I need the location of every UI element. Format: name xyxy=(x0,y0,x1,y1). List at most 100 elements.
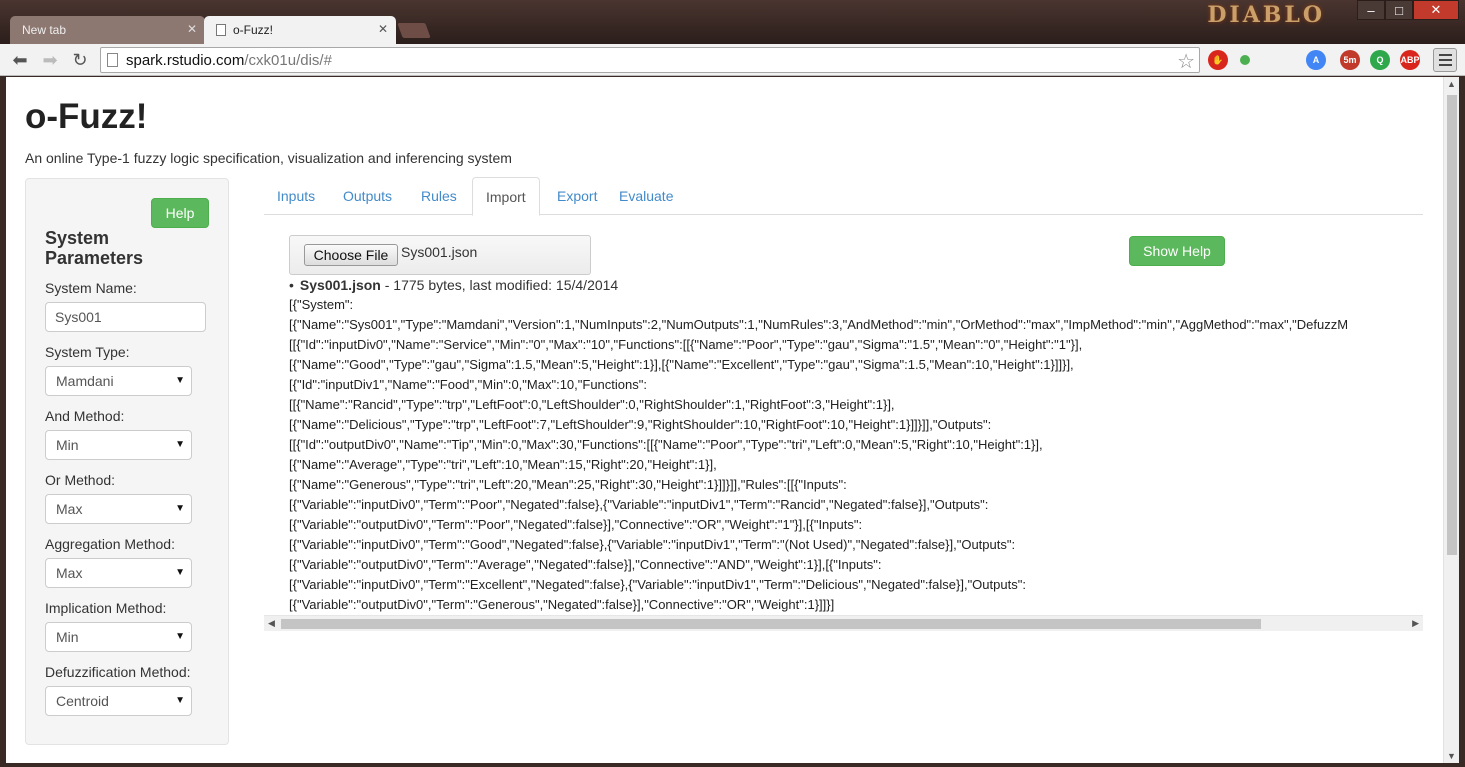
field-label: And Method: xyxy=(45,408,125,424)
field-select[interactable]: Centroid ▼ xyxy=(45,686,192,716)
json-line: [{"Name":"Generous","Type":"tri","Left":… xyxy=(289,477,847,492)
json-line: [{"Variable":"inputDiv0","Term":"Excelle… xyxy=(289,577,1026,592)
browser-titlebar: New tab ✕ o-Fuzz! ✕ DIABLO – □ ✕ xyxy=(0,0,1465,44)
file-info-details: - 1775 bytes, last modified: 15/4/2014 xyxy=(380,277,619,293)
show-help-button[interactable]: Show Help xyxy=(1129,236,1225,266)
browser-toolbar: ⬅ ➡ ↻ spark.rstudio.com/cxk01u/dis/# ☆ ✋… xyxy=(0,44,1465,76)
bookmark-star-icon[interactable]: ☆ xyxy=(1177,49,1195,74)
select-value: Max xyxy=(56,501,83,517)
help-button[interactable]: Help xyxy=(151,198,209,228)
json-line: [{"Name":"Average","Type":"tri","Left":1… xyxy=(289,457,717,472)
choose-file-button[interactable]: Choose File xyxy=(304,244,398,266)
page-subtitle: An online Type-1 fuzzy logic specificati… xyxy=(25,150,512,166)
scroll-up-icon[interactable]: ▲ xyxy=(1447,79,1456,89)
scroll-left-icon[interactable]: ◀ xyxy=(268,618,275,629)
tab-outputs[interactable]: Outputs xyxy=(330,177,405,215)
field-select[interactable]: Min ▼ xyxy=(45,622,192,652)
system-name-label: System Name: xyxy=(45,280,137,296)
theme-logo: DIABLO xyxy=(1207,2,1325,28)
file-info: • Sys001.json - 1775 bytes, last modified… xyxy=(289,277,618,293)
select-value: Min xyxy=(56,629,79,645)
translate-icon[interactable]: A xyxy=(1306,50,1326,70)
close-icon[interactable]: ✕ xyxy=(378,22,388,36)
json-line: [{"Variable":"outputDiv0","Term":"Averag… xyxy=(289,557,882,572)
page-title: o-Fuzz! xyxy=(25,97,148,136)
back-icon[interactable]: ⬅ xyxy=(8,48,32,72)
field-label: System Type: xyxy=(45,344,130,360)
url-path: /cxk01u/dis/# xyxy=(244,51,332,69)
json-content: [{"System": [{"Name":"Sys001","Type":"Mam… xyxy=(289,295,1423,617)
json-line: [{"Variable":"inputDiv0","Term":"Good","… xyxy=(289,537,1016,552)
field-select[interactable]: Mamdani ▼ xyxy=(45,366,192,396)
close-icon[interactable]: ✕ xyxy=(187,22,197,36)
chevron-down-icon: ▼ xyxy=(175,503,185,514)
json-line: [{"System": xyxy=(289,297,354,312)
url-host: spark.rstudio.com xyxy=(126,51,245,69)
system-parameters-panel: Help System Parameters System Name: Sys0… xyxy=(25,178,229,745)
json-line: [[{"Id":"inputDiv0","Name":"Service","Mi… xyxy=(289,337,1083,352)
page-icon xyxy=(216,24,226,36)
sidebar-heading: System Parameters xyxy=(45,228,144,268)
main-tabs: Inputs Outputs Rules Import Export Evaluate xyxy=(264,177,1423,216)
selected-file-name: Sys001.json xyxy=(401,244,478,260)
browser-tab-ofuzz[interactable]: o-Fuzz! ✕ xyxy=(204,16,396,44)
json-line: [{"Id":"inputDiv1","Name":"Food","Min":0… xyxy=(289,377,647,392)
select-value: Mamdani xyxy=(56,373,114,389)
browser-tab-new-tab[interactable]: New tab ✕ xyxy=(10,16,205,44)
tab-evaluate[interactable]: Evaluate xyxy=(606,177,686,215)
page-icon xyxy=(107,53,118,67)
forward-icon[interactable]: ➡ xyxy=(38,48,62,72)
json-line: [{"Variable":"outputDiv0","Term":"Poor",… xyxy=(289,517,863,532)
window-close-icon[interactable]: ✕ xyxy=(1413,0,1459,20)
chevron-down-icon: ▼ xyxy=(175,375,185,386)
tab-inputs[interactable]: Inputs xyxy=(264,177,328,215)
browser-tab-title: o-Fuzz! xyxy=(233,23,274,37)
timer-icon[interactable]: 5m xyxy=(1340,50,1360,70)
q-icon[interactable]: Q xyxy=(1370,50,1390,70)
scrollbar-thumb[interactable] xyxy=(281,619,1261,629)
adblock-stop-icon[interactable]: ✋ xyxy=(1208,50,1228,70)
browser-tab-title: New tab xyxy=(22,23,67,37)
reload-icon[interactable]: ↻ xyxy=(68,48,92,72)
file-info-name: Sys001.json xyxy=(299,277,381,293)
chevron-down-icon: ▼ xyxy=(175,631,185,642)
minimize-icon[interactable]: – xyxy=(1357,0,1385,20)
json-line: [[{"Id":"outputDiv0","Name":"Tip","Min":… xyxy=(289,437,1043,452)
select-value: Centroid xyxy=(56,693,109,709)
maximize-icon[interactable]: □ xyxy=(1385,0,1413,20)
json-line: [{"Name":"Sys001","Type":"Mamdani","Vers… xyxy=(289,317,1349,332)
tab-export[interactable]: Export xyxy=(544,177,610,215)
window-controls: – □ ✕ xyxy=(1357,0,1459,20)
scrollbar-thumb[interactable] xyxy=(1447,95,1457,555)
field-select[interactable]: Min ▼ xyxy=(45,430,192,460)
select-value: Max xyxy=(56,565,83,581)
bullet: • xyxy=(289,277,294,293)
json-line: [[{"Name":"Rancid","Type":"trp","LeftFoo… xyxy=(289,397,895,412)
vertical-scrollbar[interactable]: ▲ ▼ xyxy=(1443,77,1459,763)
chrome-menu-icon[interactable] xyxy=(1433,48,1457,72)
system-name-input[interactable]: Sys001 xyxy=(45,302,206,332)
scroll-right-icon[interactable]: ▶ xyxy=(1412,618,1419,629)
chevron-down-icon: ▼ xyxy=(175,695,185,706)
json-line: [{"Name":"Good","Type":"gau","Sigma":1.5… xyxy=(289,357,1074,372)
field-label: Or Method: xyxy=(45,472,116,488)
chevron-down-icon: ▼ xyxy=(175,439,185,450)
status-dot-icon[interactable] xyxy=(1240,55,1250,65)
tab-import[interactable]: Import xyxy=(472,177,540,216)
field-label: Implication Method: xyxy=(45,600,167,616)
field-label: Aggregation Method: xyxy=(45,536,175,552)
field-select[interactable]: Max ▼ xyxy=(45,558,192,588)
field-label: Defuzzification Method: xyxy=(45,664,191,680)
chevron-down-icon: ▼ xyxy=(175,567,185,578)
json-line: [{"Variable":"inputDiv0","Term":"Poor","… xyxy=(289,497,989,512)
address-bar[interactable]: spark.rstudio.com/cxk01u/dis/# ☆ xyxy=(100,47,1200,73)
scroll-down-icon[interactable]: ▼ xyxy=(1447,751,1456,761)
field-select[interactable]: Max ▼ xyxy=(45,494,192,524)
json-line: [{"Variable":"outputDiv0","Term":"Genero… xyxy=(289,597,835,612)
new-tab-button[interactable] xyxy=(397,23,431,38)
horizontal-scrollbar[interactable]: ◀ ▶ xyxy=(264,615,1423,631)
tab-rules[interactable]: Rules xyxy=(408,177,470,215)
select-value: Min xyxy=(56,437,79,453)
abp-icon[interactable]: ABP xyxy=(1400,50,1420,70)
json-line: [{"Name":"Delicious","Type":"trp","LeftF… xyxy=(289,417,992,432)
